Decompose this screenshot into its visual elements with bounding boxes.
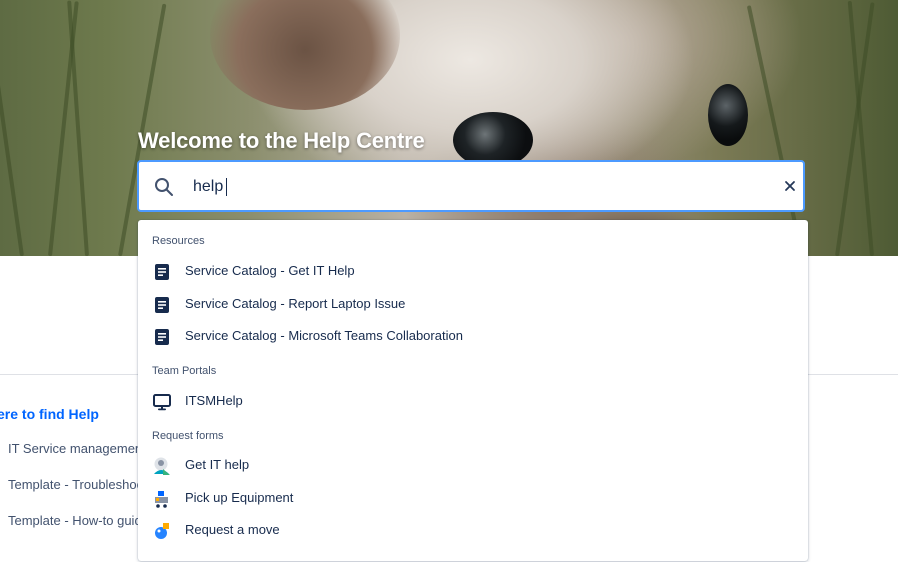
section-heading: ere to find Help xyxy=(0,406,99,422)
suggestion-item[interactable]: Service Catalog - Microsoft Teams Collab… xyxy=(138,321,808,351)
suggestion-item[interactable]: Service Catalog - Get IT Help xyxy=(138,256,808,286)
topic-link[interactable]: IT Service management xyxy=(8,441,146,456)
topic-link[interactable]: Template - How-to guid xyxy=(8,513,142,528)
suggestion-item[interactable]: Request a move xyxy=(138,515,808,545)
topic-link[interactable]: Template - Troubleshoo xyxy=(8,477,144,492)
text-cursor xyxy=(226,178,227,196)
support-agent-icon xyxy=(152,456,172,476)
search-input[interactable] xyxy=(193,174,753,200)
search-box[interactable] xyxy=(137,160,805,212)
suggestion-item[interactable]: Pick up Equipment xyxy=(138,483,808,513)
suggestion-label: Service Catalog - Get IT Help xyxy=(185,263,355,278)
group-label-request-forms: Request forms xyxy=(152,430,224,442)
suggestion-label: Service Catalog - Microsoft Teams Collab… xyxy=(185,328,463,343)
suggestion-item[interactable]: ITSMHelp xyxy=(138,386,808,416)
suggestion-label: Service Catalog - Report Laptop Issue xyxy=(185,296,406,311)
suggestion-label: Request a move xyxy=(185,522,280,537)
suggestion-item[interactable]: Get IT help xyxy=(138,450,808,480)
suggestion-label: ITSMHelp xyxy=(185,393,243,408)
suggestion-label: Pick up Equipment xyxy=(185,490,294,505)
search-icon xyxy=(154,177,174,197)
suggestion-item[interactable]: Service Catalog - Report Laptop Issue xyxy=(138,289,808,319)
article-icon xyxy=(152,262,172,282)
equipment-cart-icon xyxy=(152,489,172,509)
article-icon xyxy=(152,327,172,347)
clear-search-icon[interactable] xyxy=(782,178,798,194)
page-title: Welcome to the Help Centre xyxy=(138,128,425,153)
search-suggestions-dropdown: Resources Service Catalog - Get IT Help … xyxy=(138,220,808,561)
group-label-resources: Resources xyxy=(152,235,205,247)
suggestion-label: Get IT help xyxy=(185,457,250,472)
hero-banner xyxy=(0,0,898,256)
monitor-icon xyxy=(152,392,172,412)
group-label-team-portals: Team Portals xyxy=(152,365,217,377)
move-boxes-icon xyxy=(152,521,172,541)
article-icon xyxy=(152,295,172,315)
